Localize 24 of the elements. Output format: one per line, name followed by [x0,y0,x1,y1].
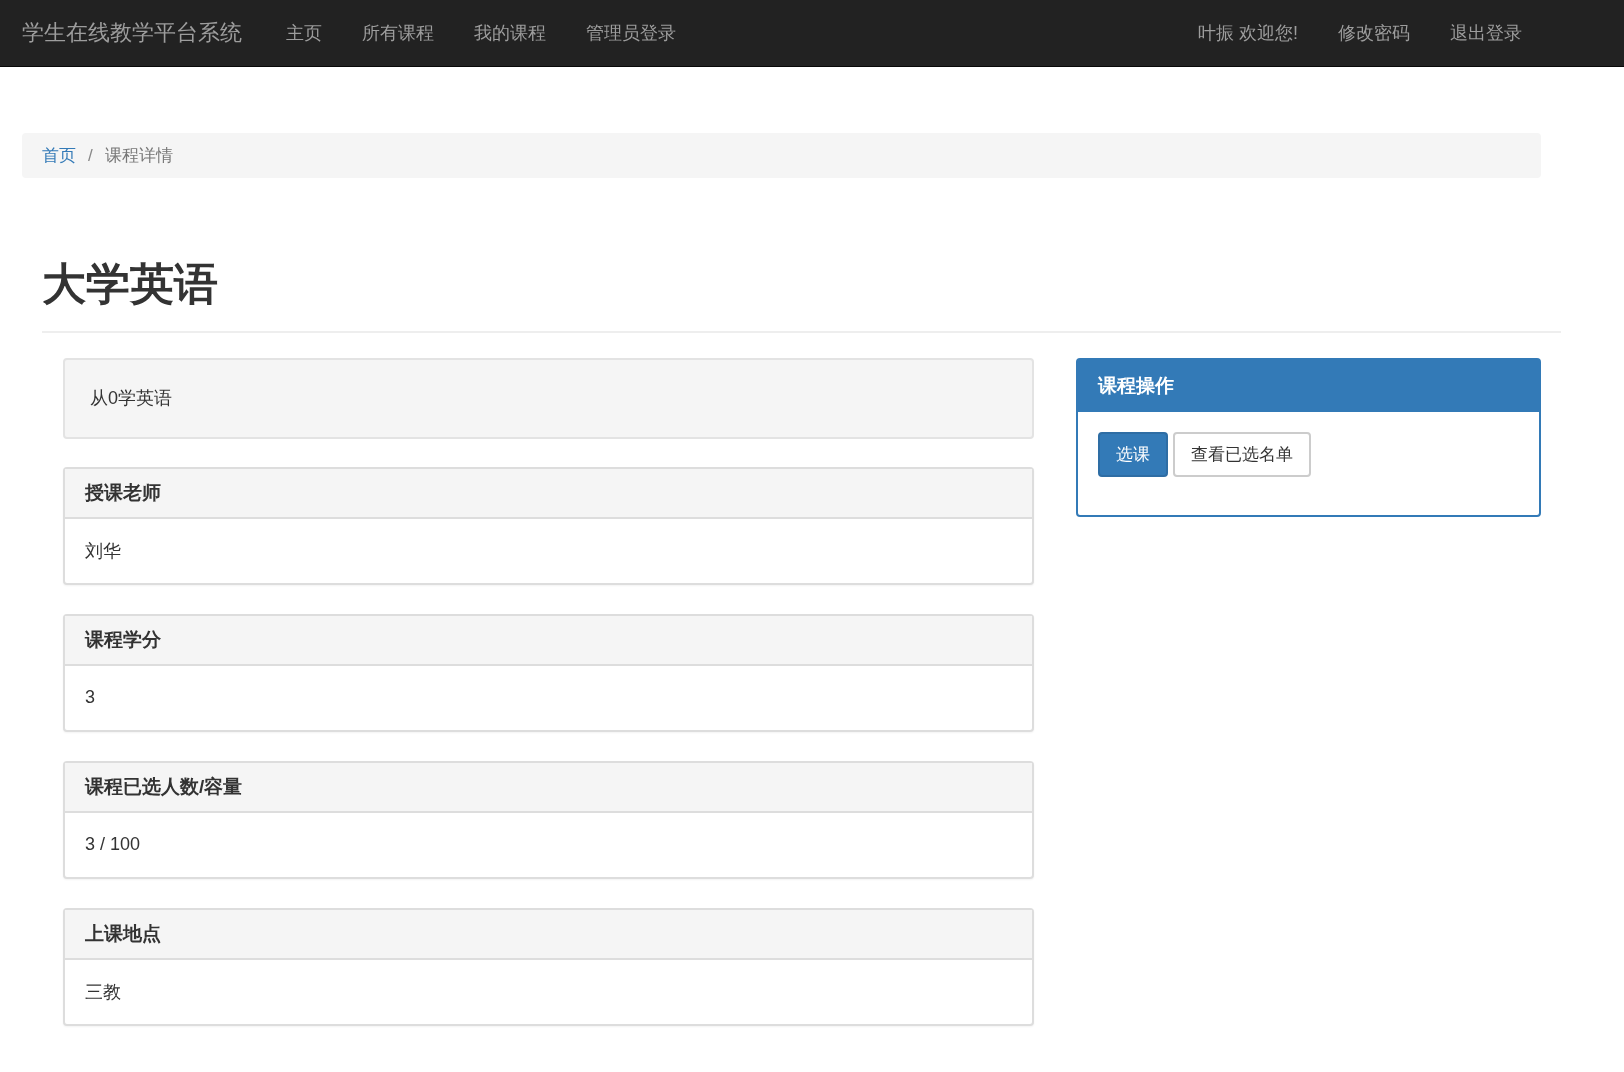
course-title: 大学英语 [42,258,219,310]
brand-title[interactable]: 学生在线教学平台系统 [22,18,242,48]
breadcrumb-current: 课程详情 [104,145,173,167]
nav-link[interactable]: 叶振 欢迎您! [1178,21,1318,45]
nav-link[interactable]: 管理员登录 [566,21,696,45]
nav-link[interactable]: 退出登录 [1430,21,1542,45]
nav-link[interactable]: 主页 [266,21,342,45]
panel-title: 课程操作 [1097,373,1174,398]
card-heading: 上课地点 [85,921,161,946]
card-value: 3 / 100 [85,834,141,856]
view-list-button[interactable]: 查看已选名单 [1172,431,1311,477]
card-heading: 课程学分 [85,627,161,652]
breadcrumb-link[interactable]: 首页 [42,144,76,167]
enroll-button[interactable]: 选课 [1097,431,1168,477]
card-heading: 授课老师 [85,480,161,505]
nav-link[interactable]: 我的课程 [454,21,566,45]
card-value: 刘华 [85,539,121,563]
breadcrumb-separator: / [87,145,94,166]
nav-link[interactable]: 修改密码 [1318,21,1430,45]
course-description: 从0学英语 [90,387,172,411]
nav-link[interactable]: 所有课程 [342,21,454,45]
card-value: 3 [85,687,95,709]
card-heading: 课程已选人数/容量 [85,774,243,799]
card-value: 三教 [85,980,121,1004]
